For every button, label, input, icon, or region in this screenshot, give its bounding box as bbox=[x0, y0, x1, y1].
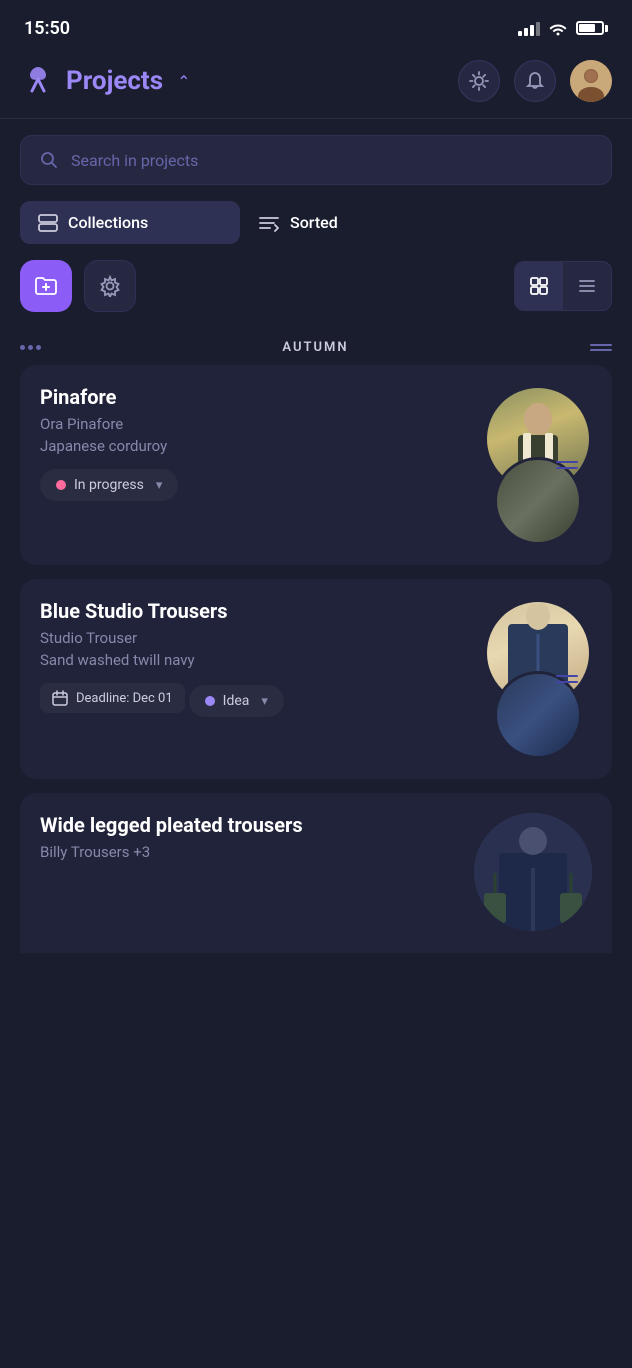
card-subtitle: Billy Trousers +3 bbox=[40, 843, 446, 861]
card-subtitle: Ora Pinafore bbox=[40, 415, 436, 433]
avatar[interactable] bbox=[570, 60, 612, 102]
bell-icon bbox=[524, 70, 546, 92]
card-title: Blue Studio Trousers bbox=[40, 599, 436, 623]
card-material: Sand washed twill navy bbox=[40, 651, 436, 669]
card-info: Blue Studio Trousers Studio Trouser Sand… bbox=[40, 599, 452, 727]
search-icon bbox=[39, 150, 59, 170]
action-left bbox=[20, 260, 136, 312]
search-bar[interactable]: Search in projects bbox=[20, 135, 612, 185]
deadline-label: Deadline: Dec 01 bbox=[76, 691, 173, 706]
calendar-icon bbox=[52, 690, 68, 706]
card-info: Wide legged pleated trousers Billy Trous… bbox=[40, 813, 462, 865]
card-info: Pinafore Ora Pinafore Japanese corduroy … bbox=[40, 385, 452, 501]
grid-icon bbox=[529, 276, 549, 296]
list-icon bbox=[577, 276, 597, 296]
add-folder-icon bbox=[33, 273, 59, 299]
search-placeholder: Search in projects bbox=[71, 151, 198, 170]
project-card-pinafore[interactable]: Pinafore Ora Pinafore Japanese corduroy … bbox=[20, 365, 612, 565]
section-menu-button[interactable] bbox=[590, 344, 612, 351]
status-label: Idea bbox=[223, 693, 250, 709]
search-container: Search in projects bbox=[0, 135, 632, 201]
project-card-trousers[interactable]: Blue Studio Trousers Studio Trouser Sand… bbox=[20, 579, 612, 779]
filter-bar: Collections Sorted bbox=[0, 201, 632, 260]
card-title: Pinafore bbox=[40, 385, 436, 409]
filter-sorted-button[interactable]: Sorted bbox=[240, 201, 612, 244]
sort-icon bbox=[258, 214, 280, 232]
status-dot bbox=[205, 696, 215, 706]
section-title: AUTUMN bbox=[282, 340, 348, 355]
section-more-button[interactable] bbox=[20, 345, 41, 350]
drag-handle[interactable] bbox=[556, 675, 578, 683]
wifi-icon bbox=[548, 20, 568, 36]
product-image-person bbox=[474, 813, 592, 931]
card-subtitle: Studio Trouser bbox=[40, 629, 436, 647]
battery-icon bbox=[576, 21, 608, 35]
filter-collections-label: Collections bbox=[68, 213, 148, 232]
card-deadline: Deadline: Dec 01 bbox=[40, 683, 185, 713]
sun-icon bbox=[468, 70, 490, 92]
gear-icon bbox=[99, 275, 121, 297]
grid-view-button[interactable] bbox=[515, 262, 563, 310]
signal-icon bbox=[518, 20, 540, 36]
card-title: Wide legged pleated trousers bbox=[40, 813, 446, 837]
add-project-button[interactable] bbox=[20, 260, 72, 312]
card-status-button[interactable]: Idea ▾ bbox=[189, 685, 284, 717]
settings-button[interactable] bbox=[84, 260, 136, 312]
status-chevron-icon: ▾ bbox=[156, 478, 163, 493]
app-logo bbox=[20, 63, 56, 99]
product-image-fabric bbox=[494, 457, 582, 545]
status-dot bbox=[56, 480, 66, 490]
card-images bbox=[452, 385, 592, 545]
filter-collections-button[interactable]: Collections bbox=[20, 201, 240, 244]
status-icons bbox=[518, 20, 608, 36]
status-time: 15:50 bbox=[24, 18, 70, 39]
wide-trousers-person-svg bbox=[474, 813, 592, 931]
notifications-button[interactable] bbox=[514, 60, 556, 102]
header-divider bbox=[0, 118, 632, 119]
card-images bbox=[452, 599, 592, 759]
status-label: In progress bbox=[74, 477, 144, 493]
drag-handle[interactable] bbox=[556, 461, 578, 469]
status-chevron-icon: ▾ bbox=[261, 694, 268, 709]
section-header: AUTUMN bbox=[20, 328, 612, 365]
app-title: Projects bbox=[66, 66, 163, 96]
card-material: Japanese corduroy bbox=[40, 437, 436, 455]
filter-sorted-label: Sorted bbox=[290, 213, 338, 232]
status-bar: 15:50 bbox=[0, 0, 632, 52]
header-left: Projects ⌃ bbox=[20, 63, 190, 99]
action-bar bbox=[0, 260, 632, 328]
card-status-button[interactable]: In progress ▾ bbox=[40, 469, 178, 501]
list-view-button[interactable] bbox=[563, 262, 611, 310]
card-images bbox=[462, 813, 592, 933]
avatar-image bbox=[570, 60, 612, 102]
brightness-button[interactable] bbox=[458, 60, 500, 102]
autumn-section: AUTUMN Pinafore Ora Pinafore Japanese co… bbox=[0, 328, 632, 953]
project-card-wide-trousers[interactable]: Wide legged pleated trousers Billy Trous… bbox=[20, 793, 612, 953]
product-image-fabric bbox=[494, 671, 582, 759]
header-right bbox=[458, 60, 612, 102]
view-toggle bbox=[514, 261, 612, 311]
header: Projects ⌃ bbox=[0, 52, 632, 118]
title-chevron-icon[interactable]: ⌃ bbox=[177, 72, 190, 91]
collections-icon bbox=[38, 214, 58, 232]
